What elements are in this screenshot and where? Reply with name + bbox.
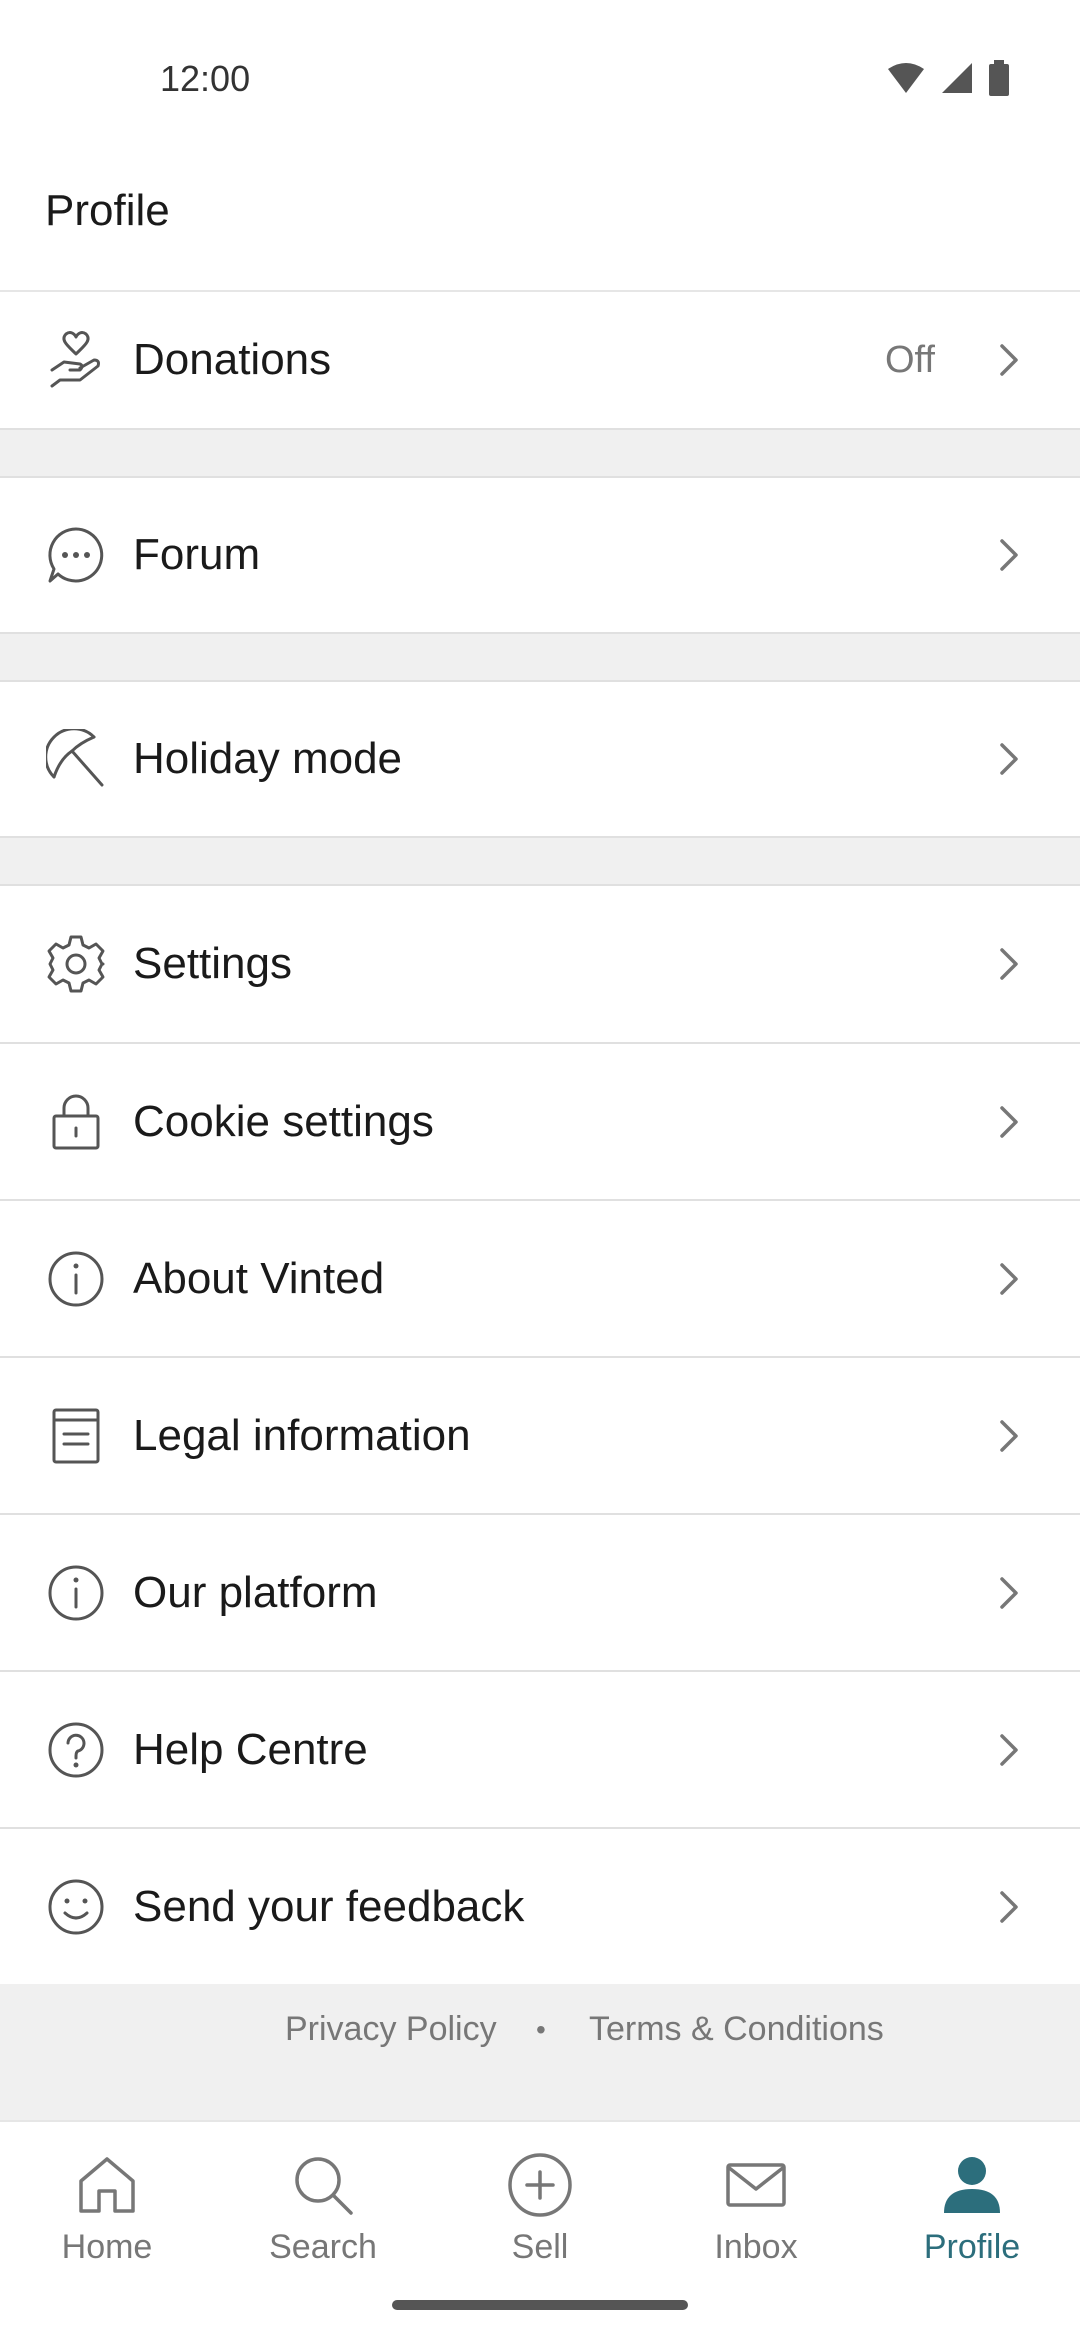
privacy-policy-link[interactable]: Privacy Policy <box>285 2010 497 2049</box>
home-indicator[interactable] <box>392 2300 688 2310</box>
nav-tab-home[interactable]: Home <box>7 2150 207 2290</box>
menu-item-help-centre[interactable]: Help Centre <box>0 1672 1080 1829</box>
smiley-icon <box>44 1875 108 1939</box>
chevron-right-icon <box>994 1102 1024 1142</box>
menu-item-label: Donations <box>133 335 332 384</box>
menu-item-label: Help Centre <box>133 1724 368 1774</box>
status-time: 12:00 <box>160 58 251 99</box>
section-divider <box>0 430 1080 478</box>
chevron-right-icon <box>994 1259 1024 1299</box>
search-icon <box>288 2150 358 2220</box>
wifi-icon <box>888 63 924 93</box>
terms-conditions-link[interactable]: Terms & Conditions <box>589 2010 884 2049</box>
menu-item-label: Legal information <box>133 1410 471 1460</box>
chat-bubble-icon <box>44 523 108 587</box>
nav-label: Search <box>269 2228 377 2266</box>
umbrella-off-icon <box>44 727 108 791</box>
menu-item-label: Forum <box>133 530 261 579</box>
chevron-right-icon <box>994 944 1024 984</box>
battery-icon <box>989 60 1009 96</box>
donations-status-value: Off <box>885 338 935 381</box>
question-icon <box>44 1718 108 1782</box>
menu-item-donations[interactable]: Donations Off <box>0 292 1080 430</box>
page-title: Profile <box>45 186 170 235</box>
menu-item-cookie-settings[interactable]: Cookie settings <box>0 1044 1080 1201</box>
document-icon <box>44 1404 108 1468</box>
nav-label: Profile <box>923 2228 1021 2266</box>
nav-tab-profile[interactable]: Profile <box>872 2150 1072 2290</box>
profile-icon <box>937 2150 1007 2220</box>
info-icon <box>44 1247 108 1311</box>
menu-item-label: Holiday mode <box>133 734 403 783</box>
footer-links: Privacy Policy • Terms & Conditions <box>0 1984 1080 2120</box>
status-bar: 12:00 <box>0 0 1080 160</box>
donation-heart-hand-icon <box>44 328 108 392</box>
chevron-right-icon <box>994 1416 1024 1456</box>
menu-item-holiday-mode[interactable]: Holiday mode <box>0 682 1080 838</box>
menu-item-send-feedback[interactable]: Send your feedback <box>0 1829 1080 1986</box>
status-icons <box>886 60 1010 96</box>
gear-icon <box>44 932 108 996</box>
nav-label: Inbox <box>714 2228 798 2266</box>
menu-item-label: Cookie settings <box>133 1096 434 1146</box>
menu-item-label: Send your feedback <box>133 1881 525 1931</box>
menu-item-settings[interactable]: Settings <box>0 886 1080 1044</box>
nav-label: Sell <box>511 2228 569 2266</box>
chevron-right-icon <box>994 1573 1024 1613</box>
menu-item-about-vinted[interactable]: About Vinted <box>0 1201 1080 1358</box>
menu-item-label: About Vinted <box>133 1253 385 1303</box>
chevron-right-icon <box>994 739 1024 779</box>
chevron-right-icon <box>994 1730 1024 1770</box>
chevron-right-icon <box>994 340 1024 380</box>
page-header: Profile <box>0 160 1080 292</box>
nav-tab-search[interactable]: Search <box>223 2150 423 2290</box>
footer-separator: • <box>536 2014 546 2045</box>
plus-circle-icon <box>505 2150 575 2220</box>
info-icon <box>44 1561 108 1625</box>
menu-item-our-platform[interactable]: Our platform <box>0 1515 1080 1672</box>
menu-item-label: Our platform <box>133 1567 378 1617</box>
nav-tab-sell[interactable]: Sell <box>440 2150 640 2290</box>
chevron-right-icon <box>994 1887 1024 1927</box>
section-divider <box>0 634 1080 682</box>
nav-tab-inbox[interactable]: Inbox <box>656 2150 856 2290</box>
nav-label: Home <box>61 2228 153 2266</box>
menu-item-legal-information[interactable]: Legal information <box>0 1358 1080 1515</box>
menu-item-label: Settings <box>133 939 292 988</box>
mail-icon <box>721 2150 791 2220</box>
signal-icon <box>942 63 972 93</box>
chevron-right-icon <box>994 535 1024 575</box>
lock-icon <box>44 1090 108 1154</box>
home-icon <box>72 2150 142 2220</box>
menu-item-forum[interactable]: Forum <box>0 478 1080 634</box>
section-divider <box>0 838 1080 886</box>
